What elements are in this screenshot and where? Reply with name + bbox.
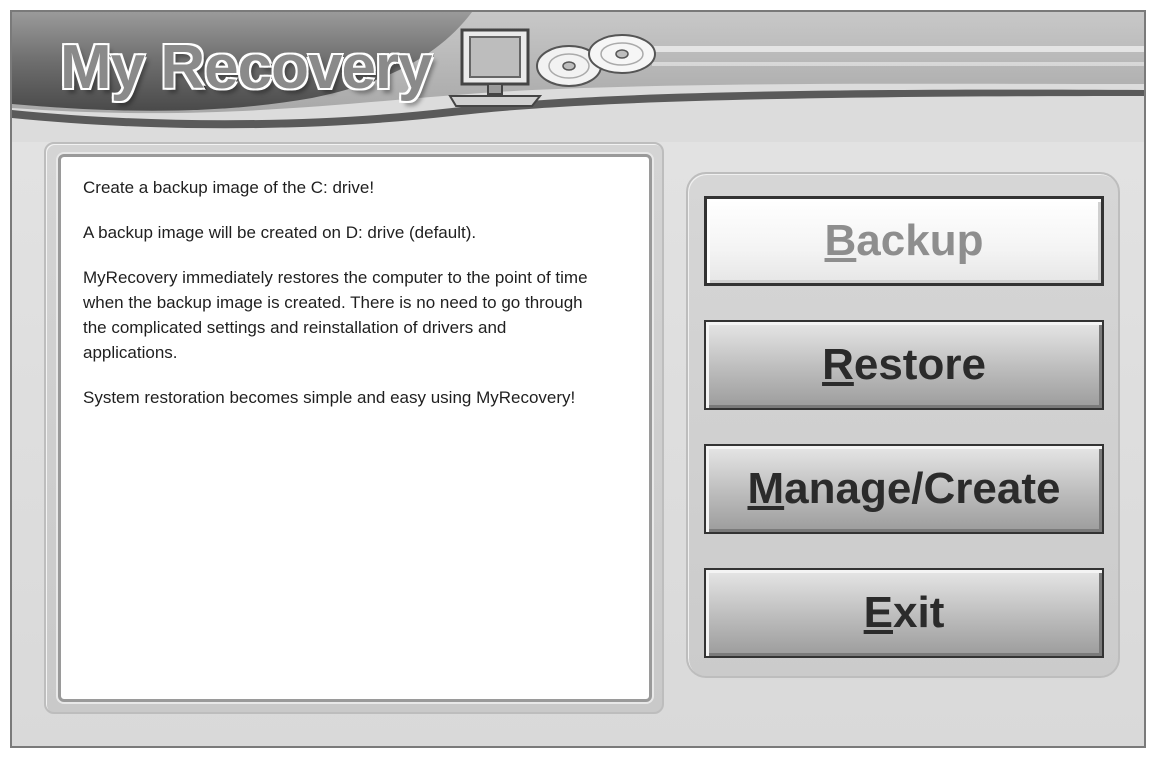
my-recovery-window: My Recovery Create a backup image of the… (10, 10, 1146, 748)
description-paragraph: Create a backup image of the C: drive! (83, 178, 375, 197)
restore-button-label: estore (853, 340, 986, 389)
cd-disc-icon (588, 34, 656, 74)
backup-button-accel: B (824, 216, 857, 265)
action-button-panel: Backup Restore Manage/Create Exit (686, 172, 1120, 678)
app-logo-title: My Recovery (59, 32, 435, 104)
restore-button-accel: R (822, 340, 854, 389)
exit-button[interactable]: Exit (704, 568, 1104, 658)
description-paragraph: A backup image will be created on D: dri… (83, 223, 477, 242)
manage-create-button-accel: M (747, 464, 785, 513)
restore-button[interactable]: Restore (704, 320, 1104, 410)
exit-button-label: xit (893, 588, 945, 637)
header-banner: My Recovery (12, 12, 1144, 142)
backup-button-label: ackup (856, 216, 984, 265)
computer-monitor-icon (448, 28, 543, 107)
description-paragraph: MyRecovery immediately restores the comp… (83, 268, 588, 362)
description-panel: Create a backup image of the C: drive! A… (58, 154, 652, 702)
description-paragraph: System restoration becomes simple and ea… (83, 388, 576, 407)
backup-button[interactable]: Backup (704, 196, 1104, 286)
description-panel-frame: Create a backup image of the C: drive! A… (44, 142, 664, 714)
manage-create-button-label: anage/Create (784, 464, 1061, 513)
exit-button-accel: E (863, 588, 893, 637)
manage-create-button[interactable]: Manage/Create (704, 444, 1104, 534)
